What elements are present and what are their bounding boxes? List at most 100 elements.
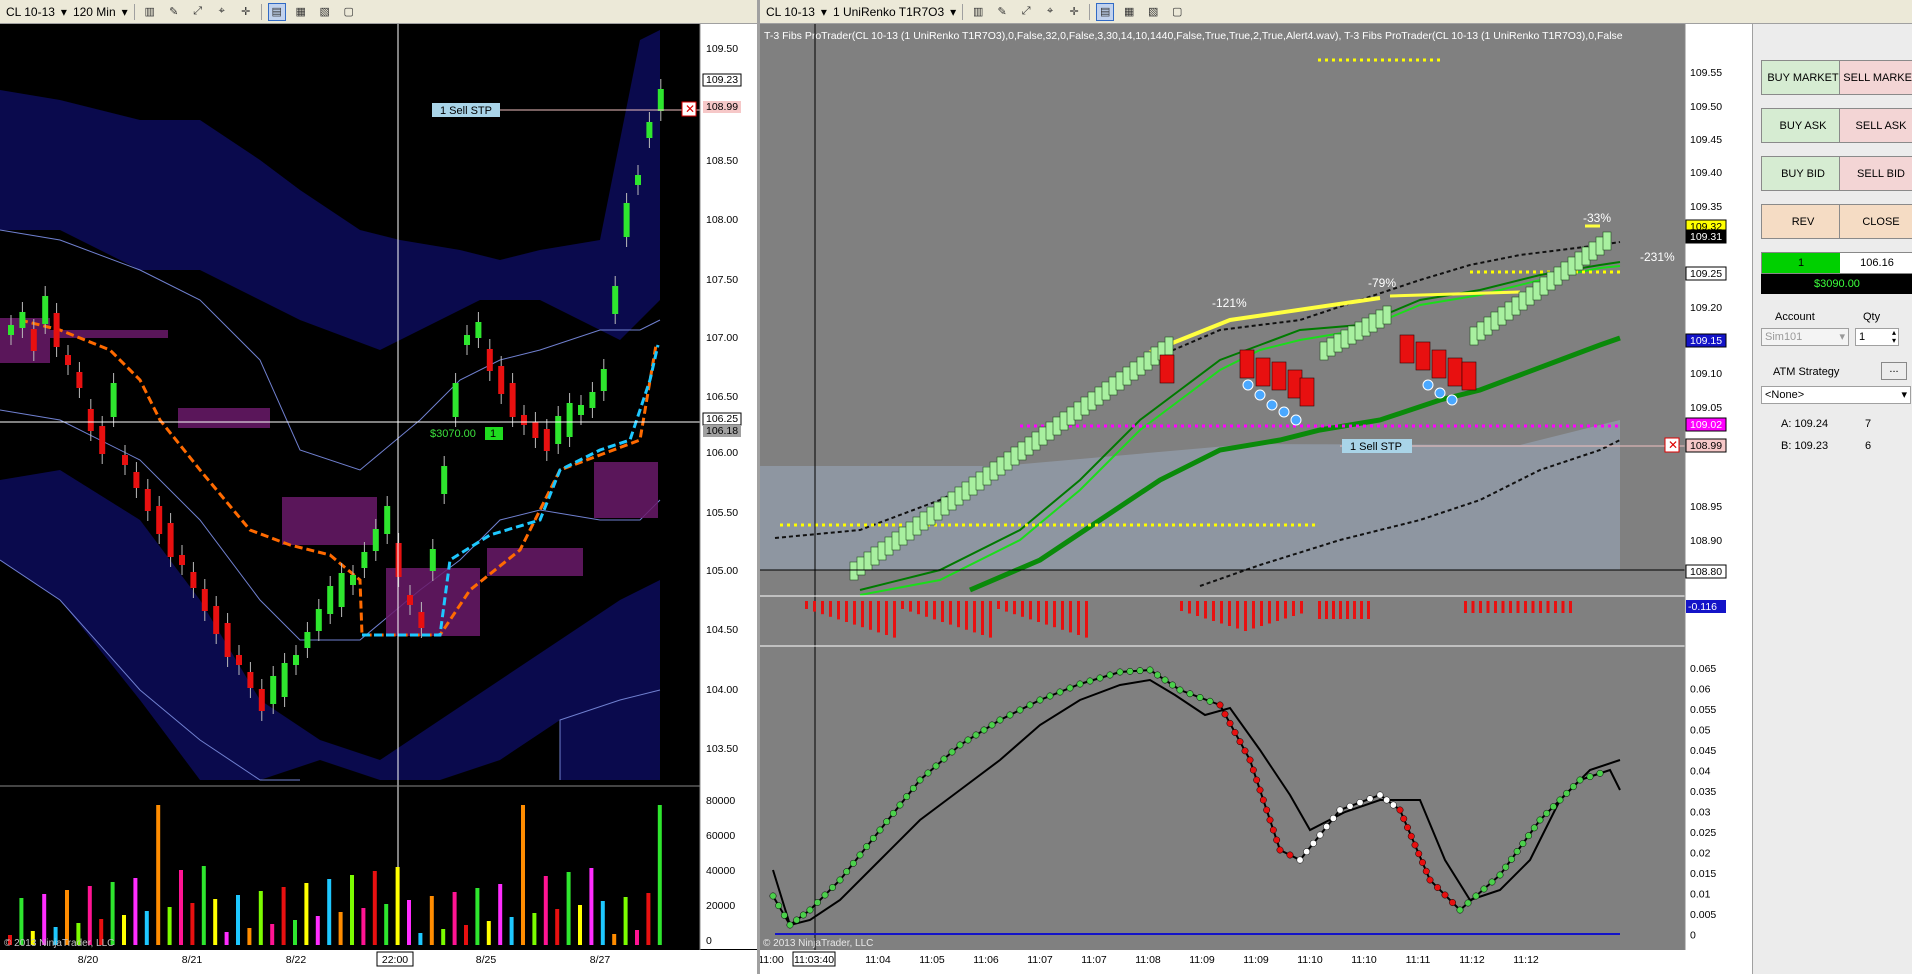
histogram-bar: [1284, 601, 1287, 619]
oscillator-axis-label: 0.01: [1690, 889, 1711, 901]
date-axis-label: 8/27: [590, 954, 611, 966]
toolbar-separator: [1089, 3, 1091, 20]
right-price-chart[interactable]: T-3 Fibs ProTrader(CL 10-13 (1 UniRenko …: [760, 24, 1752, 974]
candle: [19, 312, 26, 328]
toolbar-separator: [962, 3, 964, 20]
sell-bid-button[interactable]: SELL BID: [1839, 156, 1912, 191]
histogram-bar: [869, 601, 872, 630]
interval-selector[interactable]: 1 UniRenko T1R7O3: [833, 5, 944, 19]
oscillator-dot: [799, 911, 807, 919]
atm-strategy-value: <None>: [1765, 389, 1805, 401]
copyright-text: © 2013 NinjaTrader, LLC: [4, 938, 114, 949]
histogram-bar: [1085, 601, 1088, 638]
histogram-bar: [1021, 601, 1024, 617]
left-price-chart[interactable]: 1 Sell STP ✕ $3070.00 1 109.50 109.23 108.…: [0, 24, 757, 974]
chart-trader-icon[interactable]: ▤: [267, 2, 286, 21]
chart-trader-icon[interactable]: ▤: [1096, 2, 1115, 21]
price-axis-label: 109.10: [1690, 368, 1722, 380]
candle: [589, 392, 596, 408]
candle: [179, 555, 185, 565]
bars-icon[interactable]: ▥: [969, 3, 987, 21]
oscillator-dot: [883, 818, 891, 826]
buy-market-button[interactable]: BUY MARKET: [1761, 60, 1845, 95]
volume-bar: [623, 897, 628, 945]
volume-bar: [566, 872, 571, 945]
volume-bar: [452, 892, 457, 945]
oscillator-dot: [1496, 871, 1504, 879]
time-axis-label: 11:09: [1243, 954, 1269, 966]
oscillator-dot: [940, 755, 948, 763]
atm-strategy-selector[interactable]: <None> ▾: [1761, 386, 1911, 404]
chevron-down-icon[interactable]: ▾: [950, 5, 956, 19]
qty-stepper[interactable]: 1 ▴ ▾: [1855, 328, 1899, 346]
indicators-icon[interactable]: ▦: [1120, 3, 1138, 21]
histogram-bar: [829, 601, 832, 617]
renko-brick: [1164, 336, 1174, 356]
indicators-icon[interactable]: ▦: [292, 3, 310, 21]
volume-bar: [441, 929, 446, 945]
buy-ask-button[interactable]: BUY ASK: [1761, 108, 1845, 143]
histogram-bar: [861, 601, 864, 628]
volume-bar: [361, 908, 366, 945]
atm-strategy-button[interactable]: ...: [1881, 362, 1907, 380]
interval-selector[interactable]: 120 Min: [73, 5, 116, 19]
oscillator-dot: [1530, 824, 1538, 832]
crosshair-icon[interactable]: ✛: [1065, 3, 1083, 21]
instrument-selector[interactable]: CL 10-13: [6, 5, 55, 19]
chevron-down-icon[interactable]: ▾: [122, 5, 128, 19]
sell-ask-button[interactable]: SELL ASK: [1839, 108, 1912, 143]
reverse-button[interactable]: REV: [1761, 204, 1845, 239]
candle: [167, 523, 174, 557]
crosshair-icon[interactable]: ✛: [237, 3, 255, 21]
renko-brick-down: [1159, 354, 1175, 384]
oscillator-axis-label: 0.065: [1690, 663, 1716, 675]
price-axis-label: 109.20: [1690, 302, 1722, 314]
bars-icon[interactable]: ▥: [141, 3, 159, 21]
oscillator-dot: [1356, 799, 1364, 806]
properties-icon[interactable]: ▢: [340, 3, 358, 21]
oscillator-dot: [1426, 876, 1434, 884]
histogram-bar: [1292, 601, 1295, 616]
zoom-icon[interactable]: ⤢: [189, 3, 207, 21]
magnet-icon[interactable]: ⌖: [1041, 3, 1059, 21]
properties-icon[interactable]: ▢: [1168, 3, 1186, 21]
candle: [315, 609, 322, 631]
sell-market-button[interactable]: SELL MARKET: [1839, 60, 1912, 95]
magnet-icon[interactable]: ⌖: [213, 3, 231, 21]
oscillator-dot: [1016, 706, 1024, 714]
oscillator-dot: [948, 748, 956, 756]
instrument-selector[interactable]: CL 10-13: [766, 5, 815, 19]
renko-brick: [1602, 231, 1612, 251]
strategies-icon[interactable]: ▧: [316, 3, 334, 21]
volume-bar: [384, 904, 389, 945]
strategies-icon[interactable]: ▧: [1144, 3, 1162, 21]
close-position-button[interactable]: CLOSE: [1839, 204, 1912, 239]
oscillator-dot: [1273, 836, 1281, 844]
renko-brick-down: [1415, 341, 1431, 371]
histogram-bar: [1318, 601, 1321, 619]
pencil-icon[interactable]: ✎: [165, 3, 183, 21]
histogram-bar: [1260, 601, 1263, 626]
chevron-down-icon[interactable]: ▾: [61, 5, 67, 19]
histogram-bar: [1228, 601, 1231, 626]
zoom-icon[interactable]: ⤢: [1017, 3, 1035, 21]
volume-bar: [486, 921, 491, 945]
chevron-down-icon[interactable]: ▾: [821, 5, 827, 19]
pencil-icon[interactable]: ✎: [993, 3, 1011, 21]
price-axis-label: 108.50: [706, 155, 738, 167]
candle: [361, 552, 368, 568]
price-axis-label: 109.55: [1690, 67, 1722, 79]
oscillator-dot: [1488, 878, 1496, 886]
account-selector[interactable]: Sim101 ▾: [1761, 328, 1849, 346]
chevron-down-icon: ▾: [1839, 331, 1845, 343]
candle: [133, 472, 140, 488]
histogram-bar: [1013, 601, 1016, 615]
histogram-bar: [893, 601, 896, 638]
candle: [304, 632, 311, 648]
position-avg-price: 106.16: [1860, 257, 1894, 269]
volume-bar: [122, 915, 126, 945]
histogram-bar: [1188, 601, 1191, 614]
buy-bid-button[interactable]: BUY BID: [1761, 156, 1845, 191]
price-axis-label: 108.95: [1690, 501, 1722, 513]
time-axis-label: 11:12: [1459, 954, 1485, 966]
